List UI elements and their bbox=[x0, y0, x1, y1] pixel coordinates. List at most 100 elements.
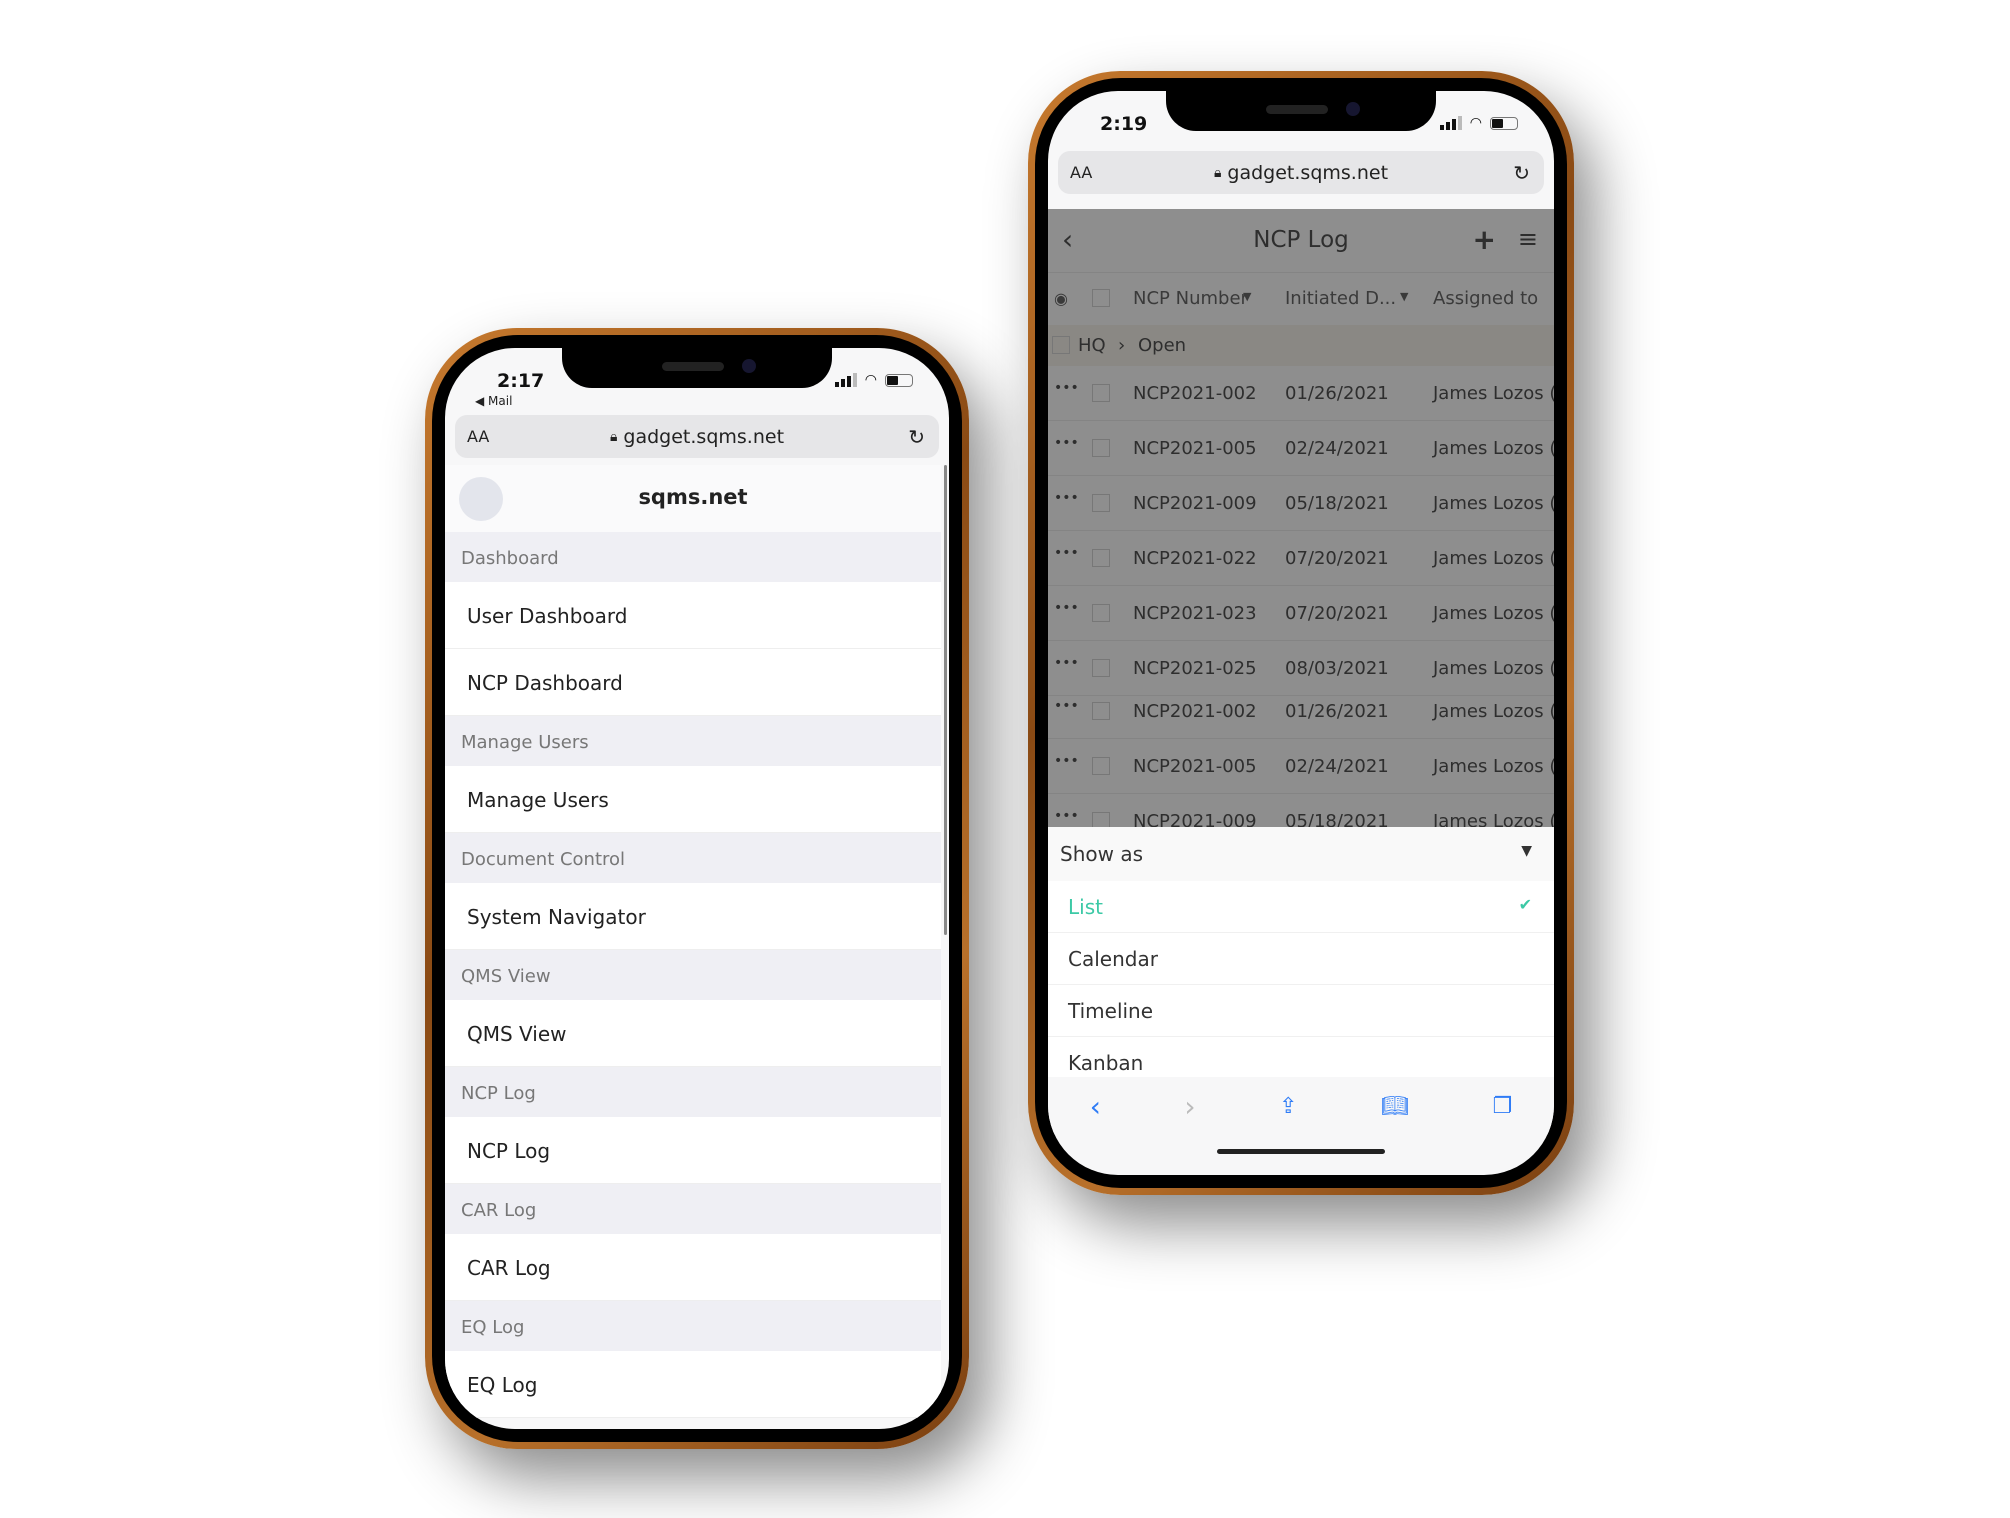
menu-item[interactable]: Manage Users bbox=[445, 766, 941, 833]
table-row[interactable]: ••• NCP2021-002 01/26/2021 James Lozos ( bbox=[1048, 366, 1554, 421]
table-row[interactable]: ••• NCP2021-005 02/24/2021 James Lozos ( bbox=[1048, 739, 1554, 794]
row-actions-icon[interactable]: ••• bbox=[1054, 490, 1079, 506]
initiated-date: 07/20/2021 bbox=[1285, 603, 1389, 624]
row-actions-icon[interactable]: ••• bbox=[1054, 380, 1079, 396]
row-actions-icon[interactable]: ••• bbox=[1054, 545, 1079, 561]
row-checkbox[interactable] bbox=[1092, 549, 1110, 567]
signal-icon bbox=[834, 373, 857, 387]
row-checkbox[interactable] bbox=[1092, 439, 1110, 457]
back-to-mail-link[interactable]: ◀ Mail bbox=[475, 394, 512, 408]
column-ncp-number[interactable]: NCP Number bbox=[1133, 288, 1248, 309]
group-checkbox[interactable] bbox=[1052, 336, 1070, 354]
table-row[interactable]: ••• NCP2021-009 05/18/2021 James Lozos ( bbox=[1048, 476, 1554, 531]
ncp-number: NCP2021-009 bbox=[1133, 811, 1257, 827]
sort-icon[interactable]: ▼ bbox=[1243, 290, 1251, 303]
tabs-icon[interactable]: ❐ bbox=[1492, 1094, 1512, 1119]
lock-icon: 🔒︎ bbox=[1213, 164, 1222, 181]
initiated-date: 01/26/2021 bbox=[1285, 701, 1389, 722]
table-row[interactable]: ••• NCP2021-009 05/18/2021 James Lozos ( bbox=[1048, 794, 1554, 827]
ncp-number: NCP2021-009 bbox=[1133, 493, 1257, 514]
show-as-header[interactable]: Show as ▼ bbox=[1048, 827, 1554, 881]
share-icon[interactable]: ⇪ bbox=[1279, 1094, 1297, 1119]
chevron-right-icon: › bbox=[1118, 335, 1126, 356]
hamburger-menu-icon[interactable]: ≡ bbox=[1518, 225, 1538, 253]
forward-arrow-icon[interactable]: › bbox=[1184, 1090, 1195, 1123]
menu-item[interactable]: EQ Log bbox=[445, 1351, 941, 1418]
menu-item[interactable]: CAR Log bbox=[445, 1234, 941, 1301]
table-row[interactable]: ••• NCP2021-002 01/26/2021 James Lozos ( bbox=[1048, 684, 1554, 739]
menu-item[interactable]: System Navigator bbox=[445, 883, 941, 950]
eye-icon[interactable]: ◉ bbox=[1054, 289, 1068, 308]
group-row[interactable]: HQ › Open bbox=[1048, 325, 1554, 366]
wifi-icon: ◠ bbox=[864, 372, 877, 388]
row-actions-icon[interactable]: ••• bbox=[1054, 600, 1079, 616]
ncp-number: NCP2021-005 bbox=[1133, 438, 1257, 459]
row-checkbox[interactable] bbox=[1092, 757, 1110, 775]
assigned-to: James Lozos ( bbox=[1433, 548, 1554, 569]
menu-header: sqms.net bbox=[445, 465, 941, 532]
assigned-to: James Lozos ( bbox=[1433, 701, 1554, 722]
battery-icon bbox=[1490, 116, 1518, 130]
select-all-checkbox[interactable] bbox=[1092, 289, 1110, 307]
add-icon[interactable]: + bbox=[1473, 223, 1496, 256]
reload-icon[interactable]: ↻ bbox=[1513, 161, 1530, 185]
row-checkbox[interactable] bbox=[1092, 659, 1110, 677]
row-checkbox[interactable] bbox=[1092, 494, 1110, 512]
side-menu: Dashboard User Dashboard NCP Dashboard Mana… bbox=[445, 532, 941, 1418]
text-size-button[interactable]: AA bbox=[1070, 163, 1092, 182]
ncp-number: NCP2021-022 bbox=[1133, 548, 1257, 569]
address-bar[interactable]: AA 🔒︎ gadget.sqms.net ↻ bbox=[1058, 151, 1544, 194]
avatar[interactable] bbox=[459, 477, 503, 521]
row-actions-icon[interactable]: ••• bbox=[1054, 808, 1079, 824]
table-row[interactable]: ••• NCP2021-022 07/20/2021 James Lozos ( bbox=[1048, 531, 1554, 586]
status-icons: ◠ bbox=[1439, 115, 1518, 131]
row-checkbox[interactable] bbox=[1092, 702, 1110, 720]
site-title: sqms.net bbox=[638, 485, 748, 509]
table-row[interactable]: ••• NCP2021-005 02/24/2021 James Lozos ( bbox=[1048, 421, 1554, 476]
url-domain: gadget.sqms.net bbox=[623, 425, 785, 448]
row-actions-icon[interactable]: ••• bbox=[1054, 655, 1079, 671]
view-option-list[interactable]: List ✔ bbox=[1048, 881, 1554, 933]
view-option-timeline[interactable]: Timeline bbox=[1048, 985, 1554, 1037]
row-actions-icon[interactable]: ••• bbox=[1054, 753, 1079, 769]
initiated-date: 07/20/2021 bbox=[1285, 548, 1389, 569]
column-initiated-date[interactable]: Initiated D... bbox=[1285, 288, 1396, 309]
bookmarks-icon[interactable]: 📖︎ bbox=[1381, 1094, 1409, 1119]
menu-item[interactable]: NCP Dashboard bbox=[445, 649, 941, 716]
initiated-date: 01/26/2021 bbox=[1285, 383, 1389, 404]
sort-icon[interactable]: ▼ bbox=[1400, 290, 1408, 303]
show-as-label: Show as bbox=[1060, 842, 1143, 866]
left-screen: 2:17 ◀ Mail ◠ AA 🔒︎ gadget.sqms.net ↻ sq… bbox=[445, 348, 949, 1429]
ncp-table-body: ••• NCP2021-002 01/26/2021 James Lozos (•••… bbox=[1048, 366, 1554, 827]
assigned-to: James Lozos ( bbox=[1433, 383, 1554, 404]
view-option-calendar[interactable]: Calendar bbox=[1048, 933, 1554, 985]
option-label: List bbox=[1068, 895, 1103, 919]
show-as-sheet: Show as ▼ List ✔ Calendar Timeline Kanban bbox=[1048, 827, 1554, 1089]
menu-item[interactable]: QMS View bbox=[445, 1000, 941, 1067]
row-actions-icon[interactable]: ••• bbox=[1054, 698, 1079, 714]
address-bar[interactable]: AA 🔒︎ gadget.sqms.net ↻ bbox=[455, 415, 939, 458]
reload-icon[interactable]: ↻ bbox=[908, 425, 925, 449]
assigned-to: James Lozos ( bbox=[1433, 658, 1554, 679]
table-row[interactable]: ••• NCP2021-023 07/20/2021 James Lozos ( bbox=[1048, 586, 1554, 641]
initiated-date: 02/24/2021 bbox=[1285, 438, 1389, 459]
option-label: Calendar bbox=[1068, 947, 1158, 971]
column-assigned-to[interactable]: Assigned to bbox=[1433, 288, 1538, 309]
assigned-to: James Lozos ( bbox=[1433, 438, 1554, 459]
back-arrow-icon[interactable]: ‹ bbox=[1090, 1090, 1101, 1123]
scrollbar[interactable] bbox=[944, 465, 947, 935]
row-checkbox[interactable] bbox=[1092, 384, 1110, 402]
signal-icon bbox=[1439, 116, 1462, 130]
row-checkbox[interactable] bbox=[1092, 604, 1110, 622]
menu-item[interactable]: NCP Log bbox=[445, 1117, 941, 1184]
row-checkbox[interactable] bbox=[1092, 812, 1110, 827]
checkmark-icon: ✔ bbox=[1518, 895, 1532, 914]
row-actions-icon[interactable]: ••• bbox=[1054, 435, 1079, 451]
option-label: Kanban bbox=[1068, 1051, 1144, 1075]
back-icon[interactable]: ‹ bbox=[1062, 223, 1073, 256]
page-header: ‹ NCP Log + ≡ bbox=[1048, 209, 1554, 273]
text-size-button[interactable]: AA bbox=[467, 427, 489, 446]
option-label: Timeline bbox=[1068, 999, 1154, 1023]
caret-down-icon[interactable]: ▼ bbox=[1521, 843, 1532, 859]
menu-item[interactable]: User Dashboard bbox=[445, 582, 941, 649]
